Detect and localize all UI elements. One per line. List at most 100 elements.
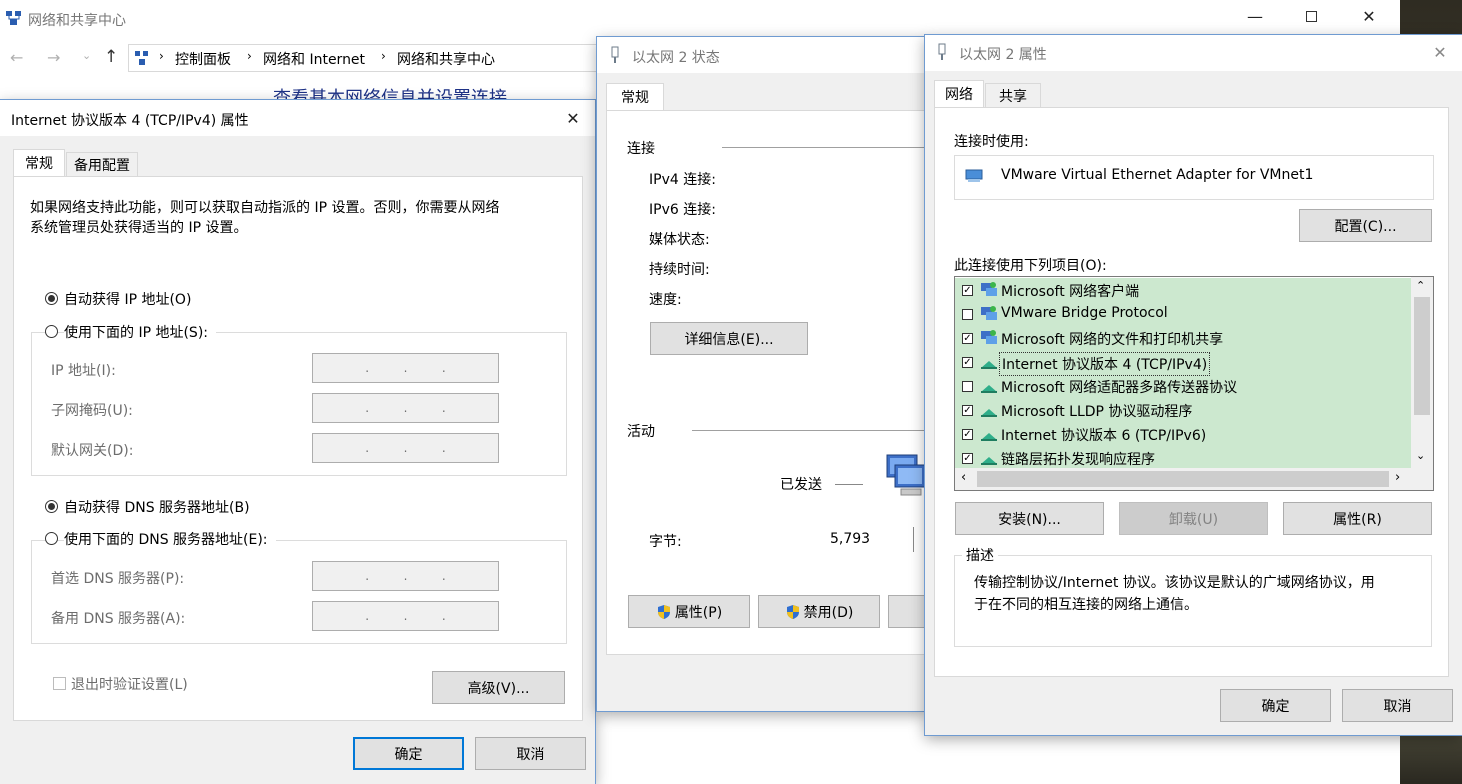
- ip-address-label: IP 地址(I):: [51, 363, 116, 379]
- scroll-thumb[interactable]: [977, 471, 1389, 487]
- list-item[interactable]: ✓ Microsoft LLDP 协议驱动程序: [955, 398, 1409, 422]
- duration-label: 持续时间:: [649, 262, 710, 278]
- cancel-button[interactable]: 取消: [1342, 689, 1453, 722]
- vertical-scrollbar[interactable]: ⌃ ⌄: [1411, 277, 1433, 470]
- radio-manual-dns[interactable]: [45, 532, 58, 545]
- tab-general[interactable]: 常规: [13, 149, 65, 176]
- item-properties-button[interactable]: 属性(R): [1283, 502, 1432, 535]
- address-bar[interactable]: › 控制面板 › 网络和 Internet › 网络和共享中心: [128, 44, 608, 72]
- items-label: 此连接使用下列项目(O):: [954, 258, 1107, 274]
- breadcrumb-sep-icon: ›: [247, 49, 252, 63]
- networking-tab-panel: 连接时使用: VMware Virtual Ethernet Adapter f…: [934, 107, 1449, 677]
- control-panel-icon: [134, 50, 150, 66]
- ok-button[interactable]: 确定: [1220, 689, 1331, 722]
- description-line-1: 传输控制协议/Internet 协议。该协议是默认的广域网络协议，用: [974, 575, 1375, 591]
- network-computers-icon: [883, 451, 928, 501]
- protocol-icon: [980, 404, 998, 418]
- configure-button[interactable]: 配置(C)...: [1299, 209, 1432, 242]
- properties-button-label: 属性(P): [674, 604, 723, 621]
- list-item[interactable]: VMware Bridge Protocol: [955, 302, 1409, 326]
- adapter-name: VMware Virtual Ethernet Adapter for VMne…: [1001, 167, 1314, 183]
- list-item[interactable]: ✓ Microsoft 网络客户端: [955, 278, 1409, 302]
- items-list-rows: ✓ Microsoft 网络客户端 VMware Bridge Protocol…: [955, 278, 1411, 468]
- back-icon[interactable]: ←: [10, 48, 23, 67]
- radio-auto-dns-label[interactable]: 自动获得 DNS 服务器地址(B): [64, 497, 250, 517]
- media-state-label: 媒体状态:: [649, 232, 710, 248]
- item-label: Internet 协议版本 4 (TCP/IPv4): [999, 352, 1211, 376]
- scroll-up-icon[interactable]: ⌃: [1416, 279, 1425, 292]
- description-group-label: 描述: [962, 545, 998, 565]
- ipv6-connectivity-label: IPv6 连接:: [649, 202, 716, 218]
- connection-group-label: 连接: [627, 141, 655, 157]
- maximize-button[interactable]: [1288, 0, 1334, 32]
- chevron-down-icon[interactable]: ⌄: [82, 49, 91, 62]
- scroll-right-icon[interactable]: ›: [1395, 470, 1400, 485]
- tab-sharing[interactable]: 共享: [985, 83, 1041, 107]
- item-checkbox[interactable]: ✓: [962, 357, 973, 368]
- preferred-dns-label: 首选 DNS 服务器(P):: [51, 571, 185, 587]
- tab-general[interactable]: 常规: [606, 83, 664, 110]
- window-title: 网络和共享中心: [28, 13, 126, 29]
- window-icon: [5, 9, 23, 27]
- dialog-title: 以太网 2 状态: [632, 50, 720, 66]
- list-item[interactable]: ✓ Microsoft 网络的文件和打印机共享: [955, 326, 1409, 350]
- minimize-button[interactable]: —: [1232, 0, 1278, 32]
- close-button[interactable]: ✕: [550, 102, 596, 134]
- radio-manual-ip[interactable]: [45, 325, 58, 338]
- close-button[interactable]: ✕: [1346, 0, 1392, 32]
- ok-button[interactable]: 确定: [353, 737, 464, 770]
- list-item[interactable]: ✓ Internet 协议版本 6 (TCP/IPv6): [955, 422, 1409, 446]
- activity-separator: [692, 430, 932, 431]
- item-checkbox[interactable]: ✓: [962, 429, 973, 440]
- list-item[interactable]: Microsoft 网络适配器多路传送器协议: [955, 374, 1409, 398]
- disable-button-label: 禁用(D): [803, 604, 854, 621]
- radio-manual-dns-label[interactable]: 使用下面的 DNS 服务器地址(E):: [64, 529, 276, 549]
- subnet-mask-field: ...: [312, 393, 499, 423]
- advanced-button[interactable]: 高级(V)...: [432, 671, 565, 704]
- scroll-thumb[interactable]: [1414, 297, 1430, 415]
- item-checkbox[interactable]: [962, 309, 973, 320]
- radio-auto-ip-label[interactable]: 自动获得 IP 地址(O): [64, 289, 191, 309]
- description-line-2: 于在不同的相互连接的网络上通信。: [974, 597, 1198, 613]
- connect-using-label: 连接时使用:: [954, 134, 1029, 150]
- properties-button[interactable]: 属性(P): [628, 595, 750, 628]
- item-label: Microsoft 网络客户端: [1001, 284, 1140, 300]
- network-client-icon: [980, 281, 998, 299]
- disable-button[interactable]: 禁用(D): [758, 595, 880, 628]
- item-checkbox[interactable]: ✓: [962, 405, 973, 416]
- cancel-button[interactable]: 取消: [475, 737, 586, 770]
- forward-icon[interactable]: →: [47, 48, 60, 67]
- bytes-sent-value: 5,793: [830, 531, 871, 547]
- breadcrumb-sharing-center[interactable]: 网络和共享中心: [397, 49, 495, 69]
- item-checkbox[interactable]: [962, 381, 973, 392]
- item-checkbox[interactable]: ✓: [962, 285, 973, 296]
- details-button[interactable]: 详细信息(E)...: [650, 322, 808, 355]
- adapter-box: VMware Virtual Ethernet Adapter for VMne…: [954, 155, 1434, 200]
- network-adapter-icon: [936, 43, 948, 61]
- scroll-left-icon[interactable]: ‹: [961, 470, 966, 485]
- up-icon[interactable]: ↑: [104, 47, 118, 67]
- tab-networking[interactable]: 网络: [934, 80, 984, 107]
- item-checkbox[interactable]: ✓: [962, 453, 973, 464]
- list-item[interactable]: ✓ 链路层拓扑发现响应程序: [955, 446, 1409, 468]
- breadcrumb-network-internet[interactable]: 网络和 Internet: [263, 49, 365, 69]
- item-label: Microsoft LLDP 协议驱动程序: [1001, 404, 1193, 420]
- close-button[interactable]: ✕: [1417, 36, 1462, 68]
- item-checkbox[interactable]: ✓: [962, 333, 973, 344]
- validate-checkbox[interactable]: [53, 677, 66, 690]
- adapter-icon: [965, 168, 985, 184]
- ip-address-field: ...: [312, 353, 499, 383]
- speed-label: 速度:: [649, 292, 682, 308]
- breadcrumb-control-panel[interactable]: 控制面板: [175, 49, 231, 69]
- diagnose-button[interactable]: [888, 595, 928, 628]
- items-listbox[interactable]: ✓ Microsoft 网络客户端 VMware Bridge Protocol…: [954, 276, 1434, 491]
- list-item-selected[interactable]: ✓ Internet 协议版本 4 (TCP/IPv4): [955, 350, 1409, 376]
- scroll-down-icon[interactable]: ⌄: [1416, 449, 1425, 462]
- radio-manual-ip-label[interactable]: 使用下面的 IP 地址(S):: [64, 322, 216, 342]
- horizontal-scrollbar[interactable]: ‹ ›: [955, 468, 1433, 490]
- radio-auto-dns[interactable]: [45, 500, 58, 513]
- install-button[interactable]: 安装(N)...: [955, 502, 1104, 535]
- tab-alternate-config[interactable]: 备用配置: [66, 152, 138, 176]
- bytes-divider: [913, 527, 914, 552]
- radio-auto-ip[interactable]: [45, 292, 58, 305]
